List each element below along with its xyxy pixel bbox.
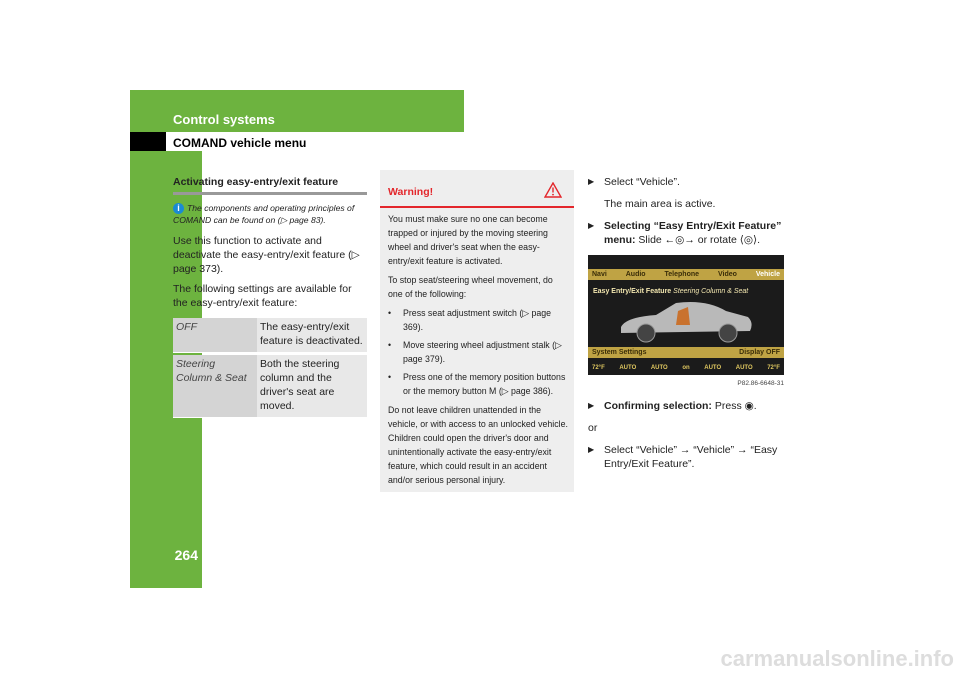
chapter-header: Control systems	[130, 90, 464, 132]
step-text: Select “Vehicle”.	[604, 176, 680, 188]
climate-item: AUTO	[650, 365, 668, 371]
step-arrow-icon: ▶	[588, 221, 595, 230]
climate-item: 72°F	[592, 365, 605, 371]
step-text: Slide ←◎→ or rotate ⟨◎⟩.	[638, 234, 761, 246]
car-image	[621, 302, 752, 343]
climate-item: AUTO	[619, 365, 637, 371]
paragraph: Use this function to activate and deacti…	[173, 235, 360, 275]
setting-description: Both the steering column and the driver'…	[257, 355, 367, 418]
list-item: Move steering wheel adjustment stalk (▷ …	[388, 338, 568, 366]
screen-softkey: Display OFF	[739, 348, 780, 356]
page-number: 264	[174, 547, 198, 563]
header-marker	[130, 132, 166, 151]
setting-name: OFF	[173, 318, 257, 353]
menu-item: Audio	[625, 270, 646, 278]
settings-table: OFF The easy-entry/exit feature is deacti…	[173, 316, 367, 420]
warning-box: Warning! You must make sure no one can b…	[380, 170, 574, 492]
menu-item: Vehicle	[755, 270, 780, 278]
climate-item: AUTO	[704, 365, 722, 371]
watermark: carmanualsonline.info	[720, 646, 955, 671]
menu-item: Video	[717, 270, 737, 278]
warning-text: You must make sure no one can become tra…	[388, 214, 548, 266]
screen-title: Easy Entry/Exit Feature	[593, 288, 672, 295]
table-row: Steering Column & Seat Both the steering …	[173, 355, 367, 418]
warning-text: Do not leave children unattended in the …	[388, 405, 568, 485]
menu-item: Navi	[592, 270, 607, 278]
left-column: Activating easy-entry/exit feature i The …	[173, 175, 367, 420]
section-title: Control systems	[173, 112, 275, 127]
image-caption: P82.86-6648-31	[737, 380, 784, 387]
comand-screen-image: Navi Audio Telephone Video Vehicle Easy Entr…	[588, 255, 784, 375]
warning-text: To stop seat/steering wheel movement, do…	[388, 275, 553, 299]
info-note: i The components and operating principles…	[173, 203, 355, 225]
paragraph: The following settings are available for…	[173, 283, 352, 309]
warning-triangle-icon	[544, 182, 562, 198]
list-item: Press one of the memory position buttons…	[388, 370, 568, 398]
table-row: OFF The easy-entry/exit feature is deacti…	[173, 318, 367, 353]
setting-description: The easy-entry/exit feature is deactivat…	[257, 318, 367, 353]
screen-softkey: System Settings	[592, 348, 647, 356]
subsection-title: COMAND vehicle menu	[173, 136, 307, 150]
step-result: The main area is active.	[604, 198, 716, 210]
screen-value: Steering Column & Seat	[673, 288, 749, 295]
setting-name: Steering Column & Seat	[173, 355, 257, 418]
climate-item: AUTO	[735, 365, 753, 371]
or-text: or	[588, 422, 598, 434]
info-icon: i	[173, 203, 184, 214]
warning-title: Warning!	[388, 186, 434, 198]
step-arrow-icon: ▶	[588, 177, 595, 186]
step-text: Select “Vehicle” → “Vehicle” → “Easy Ent…	[604, 444, 778, 470]
right-column: ▶ Select “Vehicle”. The main area is acti…	[588, 175, 788, 479]
heading: Activating easy-entry/exit feature	[173, 175, 367, 195]
step-arrow-icon: ▶	[588, 445, 595, 454]
list-item: Press seat adjustment switch (▷ page 369…	[388, 306, 568, 334]
climate-item: on	[682, 365, 690, 371]
climate-item: 72°F	[767, 365, 780, 371]
step-text: Press ◉.	[714, 400, 757, 412]
step-arrow-icon: ▶	[588, 401, 595, 410]
step-label: Confirming selection:	[604, 400, 712, 412]
menu-item: Telephone	[664, 270, 700, 278]
